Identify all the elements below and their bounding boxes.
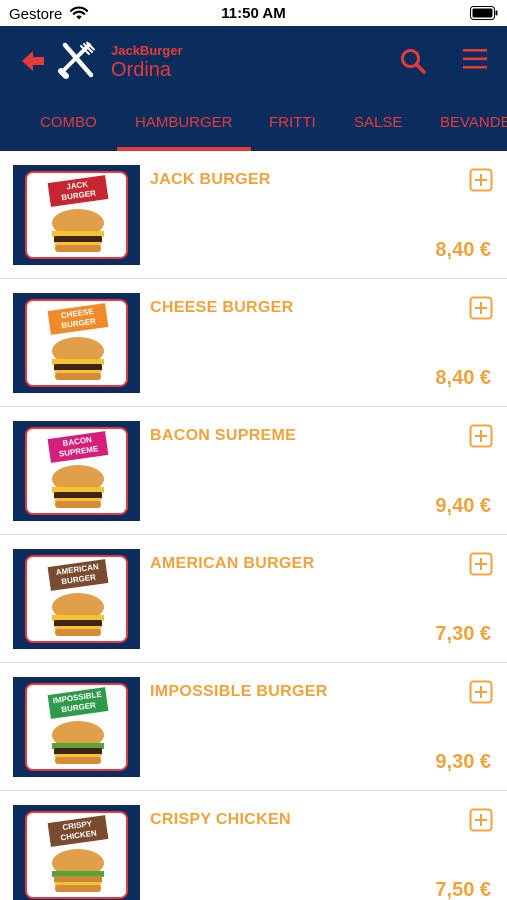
product-image: AMERICAN BURGER: [13, 549, 140, 649]
plus-square-icon[interactable]: [469, 808, 493, 832]
page-title: Ordina: [111, 59, 172, 81]
product-price: 8,40 €: [435, 367, 491, 389]
status-bar: Gestore 11:50 AM: [0, 0, 507, 26]
search-icon[interactable]: [399, 47, 427, 75]
product-card: IMPOSSIBLE BURGER: [25, 683, 128, 771]
product-list: JACK BURGER JACK BURGER 8,40 € CHEESE BU…: [0, 151, 507, 900]
tab-bevande[interactable]: BEVANDE: [440, 114, 507, 131]
tab-salse[interactable]: SALSE: [354, 114, 402, 131]
app-subtitle: JackBurger: [111, 43, 183, 58]
product-card: CHEESE BURGER: [25, 299, 128, 387]
product-name: IMPOSSIBLE BURGER: [150, 683, 328, 700]
tab-hamburger[interactable]: HAMBURGER: [135, 114, 233, 131]
plus-square-icon[interactable]: [469, 552, 493, 576]
product-price: 8,40 €: [435, 239, 491, 261]
plus-square-icon[interactable]: [469, 424, 493, 448]
product-image: CRISPY CHICKEN: [13, 805, 140, 900]
product-image: CHEESE BURGER: [13, 293, 140, 393]
status-time: 11:50 AM: [221, 5, 286, 22]
product-card: AMERICAN BURGER: [25, 555, 128, 643]
product-row[interactable]: CRISPY CHICKEN CRISPY CHICKEN 7,50 €: [0, 791, 507, 900]
product-price: 9,40 €: [435, 495, 491, 517]
product-card: JACK BURGER: [25, 171, 128, 259]
product-price: 7,30 €: [435, 623, 491, 645]
product-image: JACK BURGER: [13, 165, 140, 265]
product-name: CHEESE BURGER: [150, 299, 294, 316]
plus-square-icon[interactable]: [469, 680, 493, 704]
product-name: AMERICAN BURGER: [150, 555, 315, 572]
product-row[interactable]: JACK BURGER JACK BURGER 8,40 €: [0, 151, 507, 279]
category-tabs: COMBO HAMBURGER FRITTI SALSE BEVANDE: [0, 102, 507, 151]
product-row[interactable]: CHEESE BURGER CHEESE BURGER 8,40 €: [0, 279, 507, 407]
tab-fritti[interactable]: FRITTI: [269, 114, 316, 131]
product-name: JACK BURGER: [150, 171, 271, 188]
product-name: CRISPY CHICKEN: [150, 811, 291, 828]
product-card: BACON SUPREME: [25, 427, 128, 515]
fork-knife-icon: [58, 41, 95, 79]
product-name: BACON SUPREME: [150, 427, 297, 444]
back-arrow-icon[interactable]: [18, 46, 48, 76]
product-price: 9,30 €: [435, 751, 491, 773]
app-header: JackBurger Ordina COMBO HAMBURGER FRITTI…: [0, 26, 507, 151]
product-row[interactable]: BACON SUPREME BACON SUPREME 9,40 €: [0, 407, 507, 535]
tab-combo[interactable]: COMBO: [40, 114, 97, 131]
hamburger-menu-icon[interactable]: [461, 47, 489, 71]
plus-square-icon[interactable]: [469, 296, 493, 320]
product-row[interactable]: IMPOSSIBLE BURGER IMPOSSIBLE BURGER 9,30…: [0, 663, 507, 791]
product-price: 7,50 €: [435, 879, 491, 900]
product-image: BACON SUPREME: [13, 421, 140, 521]
plus-square-icon[interactable]: [469, 168, 493, 192]
product-card: CRISPY CHICKEN: [25, 811, 128, 899]
product-row[interactable]: AMERICAN BURGER AMERICAN BURGER 7,30 €: [0, 535, 507, 663]
battery-icon: [470, 6, 498, 20]
product-image: IMPOSSIBLE BURGER: [13, 677, 140, 777]
